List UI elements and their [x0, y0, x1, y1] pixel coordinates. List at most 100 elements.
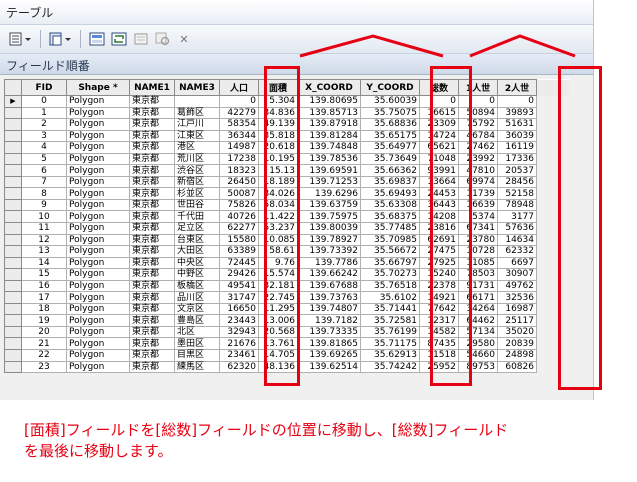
table-cell[interactable]: 50894 [458, 106, 498, 120]
table-cell[interactable]: 22.745 [258, 291, 298, 304]
table-cell[interactable]: 16639 [458, 198, 498, 212]
column-header-fid[interactable]: FID [21, 79, 67, 96]
table-cell[interactable]: 東京都 [129, 129, 175, 143]
table-cell[interactable]: 25117 [497, 314, 537, 327]
row-selector[interactable] [4, 187, 22, 200]
table-cell[interactable]: 台東区 [174, 233, 220, 247]
row-selector[interactable] [4, 314, 22, 327]
table-cell[interactable]: Polygon [66, 291, 130, 304]
table-row[interactable]: 16 Polygon 東京都 板橋区 49541 32.181 139.67688 35.76… [4, 279, 570, 293]
row-selector[interactable] [4, 106, 22, 120]
table-cell[interactable]: 35.69837 [360, 175, 420, 189]
table-cell[interactable]: Polygon [66, 360, 130, 374]
table-cell[interactable]: 23816 [419, 222, 459, 235]
table-cell[interactable]: Polygon [66, 279, 130, 293]
table-cell[interactable]: 渋谷区 [174, 164, 220, 177]
table-cell[interactable]: 17238 [219, 152, 259, 166]
table-cell[interactable]: 35.6102 [360, 291, 420, 304]
table-cell[interactable]: 53.237 [258, 222, 298, 235]
table-cell[interactable]: Polygon [66, 141, 130, 154]
table-cell[interactable]: 25952 [419, 360, 459, 374]
table-cell[interactable]: Polygon [66, 118, 130, 131]
table-cell[interactable]: Polygon [66, 129, 130, 143]
table-cell[interactable]: 27475 [419, 245, 459, 258]
table-cell[interactable]: 東京都 [129, 302, 175, 316]
clear-selection-button[interactable] [132, 31, 150, 47]
row-selector[interactable] [4, 129, 22, 143]
table-cell[interactable]: 139.63759 [297, 198, 361, 212]
table-cell[interactable]: 35020 [497, 325, 537, 339]
table-cell[interactable]: Polygon [66, 302, 130, 316]
table-cell[interactable]: 139.71253 [297, 175, 361, 189]
table-cell[interactable]: 北区 [174, 325, 220, 339]
table-cell[interactable]: 0 [497, 95, 537, 108]
table-cell[interactable]: 139.67688 [297, 279, 361, 293]
table-cell[interactable]: 139.73763 [297, 291, 361, 304]
table-cell[interactable]: 36443 [419, 198, 459, 212]
table-cell[interactable]: 69974 [458, 175, 498, 189]
table-cell[interactable]: 35.68375 [360, 210, 420, 223]
table-cell[interactable]: 139.81865 [297, 337, 361, 351]
table-cell[interactable]: 23 [21, 360, 67, 374]
table-cell[interactable]: 23992 [458, 152, 498, 166]
table-cell[interactable]: 139.6296 [297, 187, 361, 200]
table-cell[interactable]: 東京都 [129, 349, 175, 362]
table-cell[interactable]: 58.61 [258, 245, 298, 258]
table-cell[interactable]: 29580 [458, 337, 498, 351]
table-cell[interactable]: 22 [21, 349, 67, 362]
table-cell[interactable]: 中野区 [174, 268, 220, 281]
table-cell[interactable]: 35.66362 [360, 164, 420, 177]
table-row[interactable]: 3 Polygon 東京都 江東区 36344 35.818 139.81284 35.651… [4, 129, 570, 143]
table-cell[interactable]: Polygon [66, 349, 130, 362]
table-cell[interactable]: Polygon [66, 106, 130, 120]
table-cell[interactable]: 荒川区 [174, 152, 220, 166]
table-cell[interactable]: 21676 [219, 337, 259, 351]
row-selector[interactable] [4, 210, 22, 223]
table-cell[interactable]: 東京都 [129, 291, 175, 304]
table-cell[interactable]: 139.73392 [297, 245, 361, 258]
table-cell[interactable]: 47810 [458, 164, 498, 177]
table-cell[interactable]: 91731 [458, 279, 498, 293]
table-cell[interactable]: 16 [21, 279, 67, 293]
table-cell[interactable]: 東京都 [129, 141, 175, 154]
table-cell[interactable]: 10728 [458, 245, 498, 258]
table-cell[interactable]: 35.70985 [360, 233, 420, 247]
table-cell[interactable]: 8 [21, 187, 67, 200]
table-cell[interactable]: 東京都 [129, 245, 175, 258]
table-cell[interactable]: 35.56672 [360, 245, 420, 258]
table-cell[interactable]: 71048 [419, 152, 459, 166]
table-cell[interactable]: 62277 [219, 222, 259, 235]
table-cell[interactable]: 87435 [419, 337, 459, 351]
table-cell[interactable]: 35.65175 [360, 129, 420, 143]
table-cell[interactable]: 11.422 [258, 210, 298, 223]
table-cell[interactable]: 14 [21, 256, 67, 270]
row-selector[interactable] [4, 337, 22, 351]
table-cell[interactable]: 35.70273 [360, 268, 420, 281]
table-cell[interactable]: 練馬区 [174, 360, 220, 374]
table-cell[interactable]: 11 [21, 222, 67, 235]
table-cell[interactable]: 35.75075 [360, 106, 420, 120]
table-cell[interactable]: 27925 [419, 256, 459, 270]
table-cell[interactable]: 139.81284 [297, 129, 361, 143]
switch-selection-button[interactable] [110, 31, 128, 47]
table-cell[interactable]: Polygon [66, 233, 130, 247]
table-cell[interactable]: 9.76 [258, 256, 298, 270]
table-cell[interactable]: 東京都 [129, 106, 175, 120]
table-cell[interactable]: 東京都 [129, 118, 175, 131]
table-cell[interactable]: 49541 [219, 279, 259, 293]
table-cell[interactable]: 139.69591 [297, 164, 361, 177]
table-cell[interactable]: 40726 [219, 210, 259, 223]
table-cell[interactable]: 51631 [497, 118, 537, 131]
table-cell[interactable]: 36344 [219, 129, 259, 143]
table-cell[interactable]: 10 [21, 210, 67, 223]
table-cell[interactable]: 34264 [458, 302, 498, 316]
table-cell[interactable]: 13.006 [258, 314, 298, 327]
row-selector[interactable] [4, 268, 22, 281]
table-cell[interactable]: 0 [419, 95, 459, 108]
table-cell[interactable]: 13 [21, 245, 67, 258]
table-cell[interactable]: 58.034 [258, 198, 298, 212]
column-header-total[interactable]: 総数 [419, 79, 459, 96]
row-selector[interactable] [4, 175, 22, 189]
table-cell[interactable]: 75792 [458, 118, 498, 131]
table-cell[interactable]: Polygon [66, 164, 130, 177]
